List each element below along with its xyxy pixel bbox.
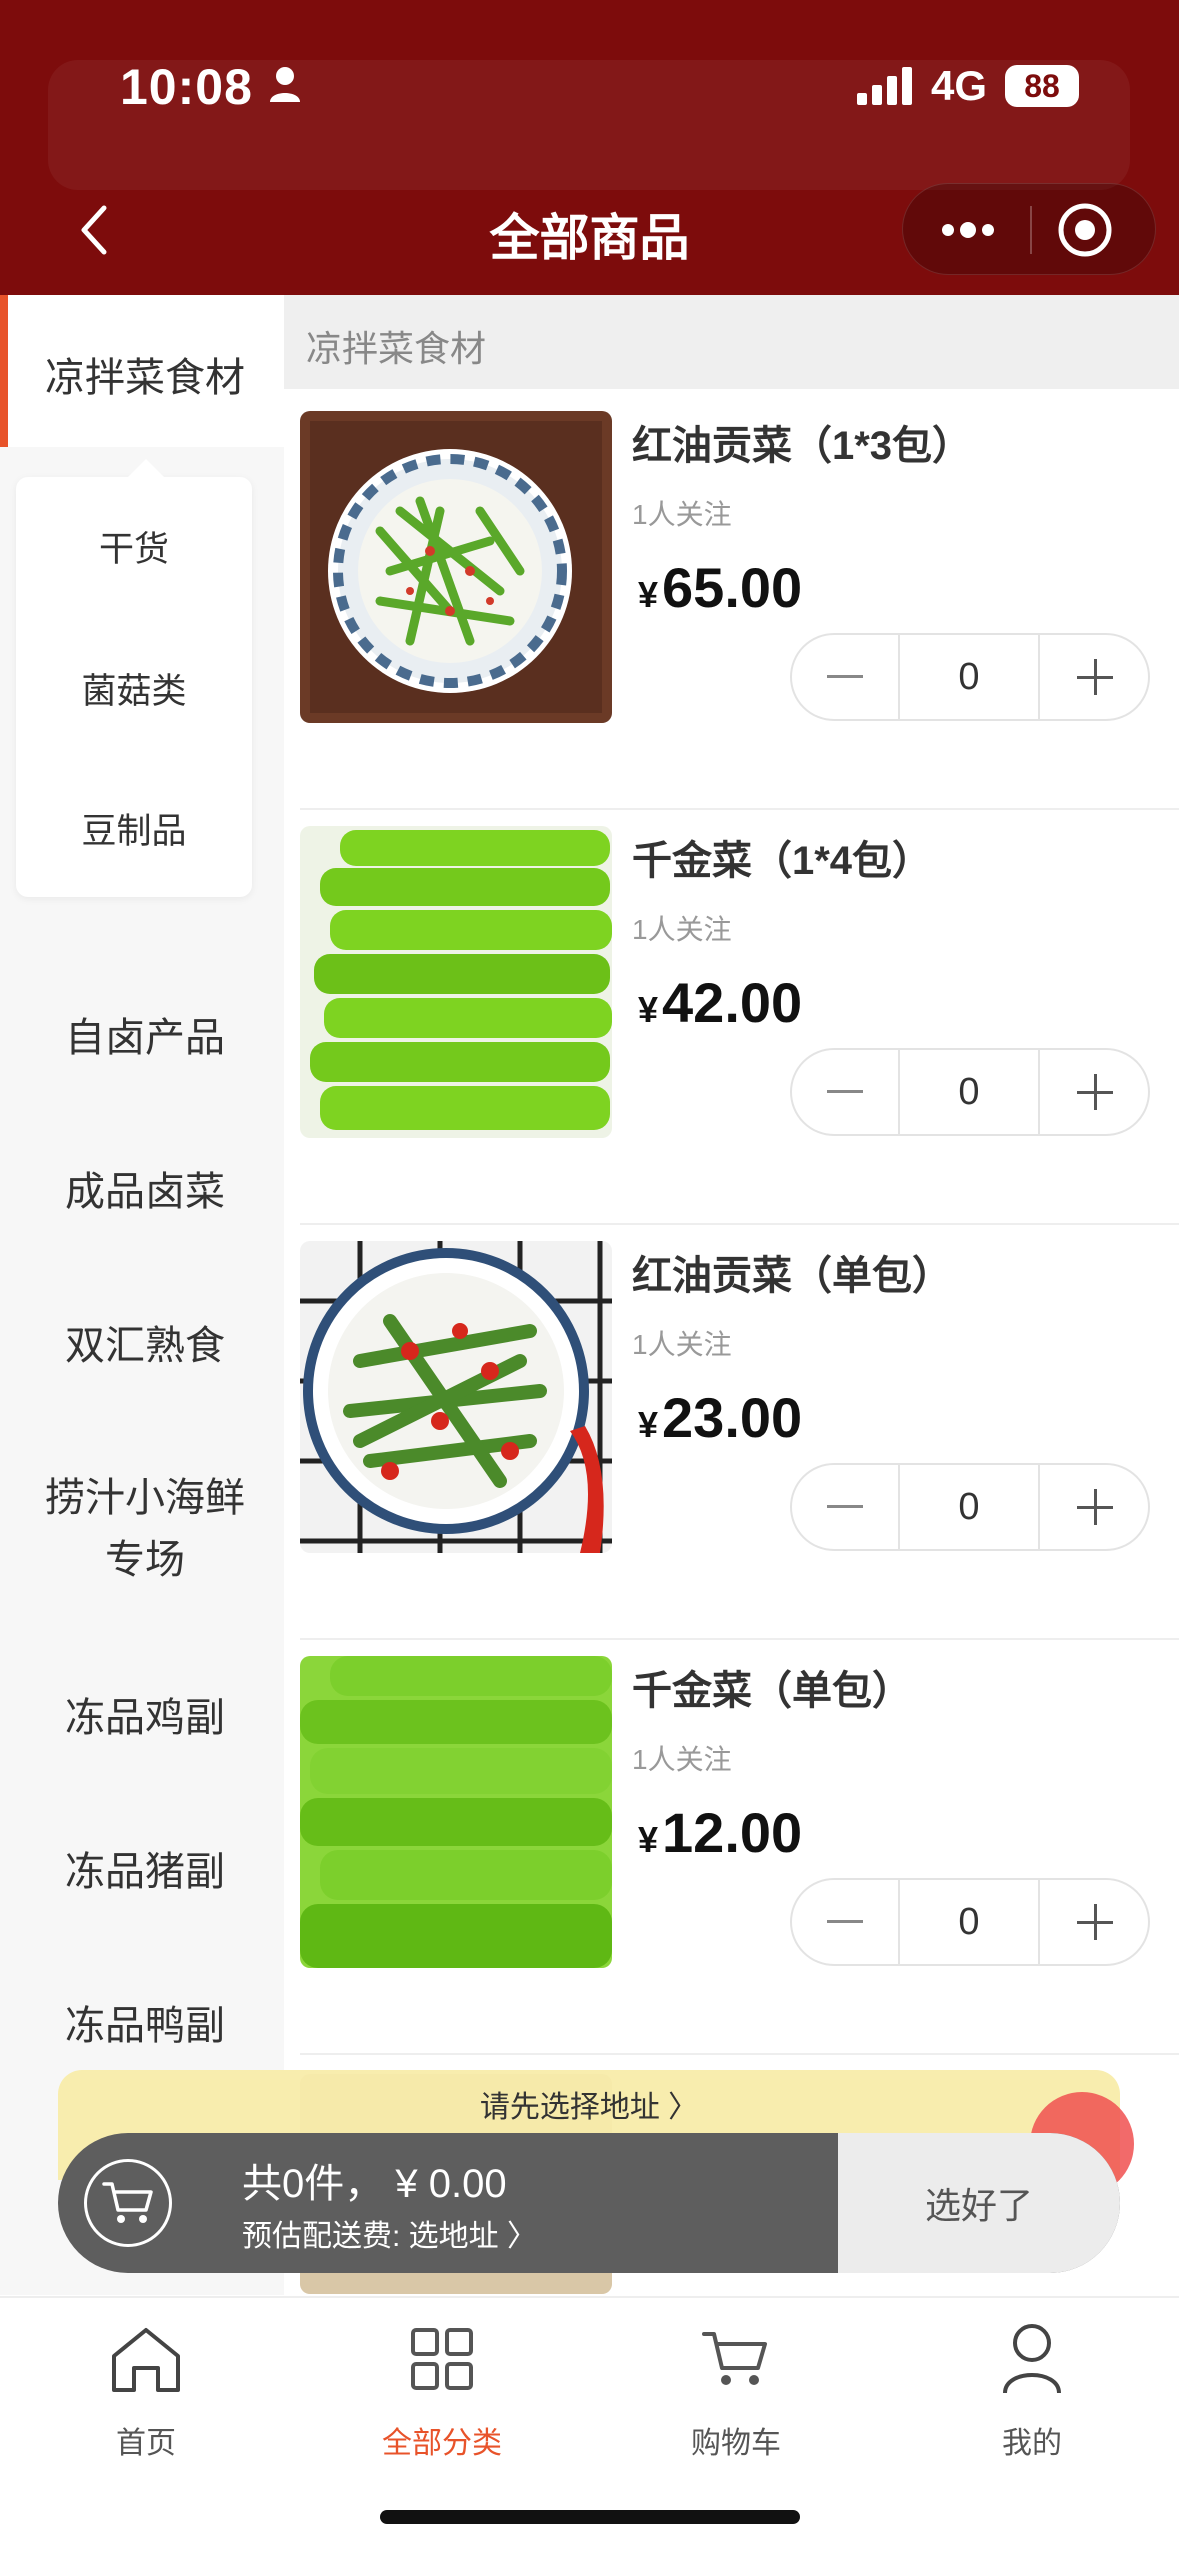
panel-arrow bbox=[128, 459, 164, 477]
product-image[interactable] bbox=[300, 411, 612, 723]
minus-icon[interactable] bbox=[792, 1050, 898, 1134]
quantity-value[interactable]: 0 bbox=[898, 635, 1040, 719]
category-header: 凉拌菜食材 bbox=[284, 295, 1179, 389]
follow-count: 1人关注 bbox=[632, 914, 732, 945]
user-icon bbox=[932, 2318, 1132, 2400]
follow-count: 1人关注 bbox=[632, 499, 732, 530]
quantity-value[interactable]: 0 bbox=[898, 1880, 1040, 1964]
subcategory-panel: 干货 菌菇类 豆制品 bbox=[16, 459, 252, 897]
address-prompt-text[interactable]: 请先选择地址 〉 bbox=[58, 2082, 1120, 2126]
product-name[interactable]: 红油贡菜（单包） bbox=[632, 1243, 952, 1301]
category-sidebar: 凉拌菜食材 干货 菌菇类 豆制品 自卤产品 成品卤菜 双汇熟食 捞汁小海鲜 专场… bbox=[0, 295, 284, 2295]
currency-symbol: ¥ bbox=[638, 1819, 659, 1860]
currency-symbol: ¥ bbox=[638, 989, 659, 1030]
sidebar-item[interactable]: 自卤产品 bbox=[0, 1007, 290, 1069]
minus-icon[interactable] bbox=[792, 1465, 898, 1549]
plus-icon[interactable] bbox=[1040, 1465, 1150, 1549]
price-value: 12.00 bbox=[662, 1801, 803, 1864]
signal-icon bbox=[856, 67, 912, 105]
category-header-label: 凉拌菜食材 bbox=[306, 328, 487, 369]
price-value: 42.00 bbox=[662, 971, 803, 1034]
close-target-icon[interactable] bbox=[1053, 198, 1117, 262]
tab-home[interactable]: 首页 bbox=[46, 2318, 246, 2462]
minus-icon[interactable] bbox=[792, 635, 898, 719]
minus-icon[interactable] bbox=[792, 1880, 898, 1964]
checkout-button[interactable]: 选好了 bbox=[838, 2133, 1120, 2273]
currency-symbol: ¥ bbox=[638, 1404, 659, 1445]
product-image[interactable] bbox=[300, 1656, 612, 1968]
follow-count: 1人关注 bbox=[632, 1744, 732, 1775]
product-card[interactable]: 千金菜（单包） 1人关注 ¥12.00 0 bbox=[284, 1640, 1179, 2055]
cart-icon bbox=[636, 2318, 836, 2400]
sidebar-item[interactable]: 双汇熟食 bbox=[0, 1315, 290, 1377]
home-icon bbox=[46, 2318, 246, 2400]
product-price: ¥42.00 bbox=[638, 970, 802, 1035]
sidebar-item[interactable]: 冻品鸡副 bbox=[0, 1687, 290, 1749]
tab-label: 我的 bbox=[1002, 2427, 1062, 2460]
sidebar-item[interactable]: 冻品鸭副 bbox=[0, 1995, 290, 2057]
sidebar-item-label: 凉拌菜食材 bbox=[45, 356, 245, 400]
tab-label: 全部分类 bbox=[382, 2427, 502, 2460]
sidebar-item-line: 专场 bbox=[105, 1538, 185, 1582]
product-name[interactable]: 千金菜（单包） bbox=[632, 1658, 912, 1716]
quantity-stepper: 0 bbox=[790, 1048, 1150, 1136]
cart-icon[interactable] bbox=[84, 2159, 172, 2247]
sidebar-item[interactable]: 冻品猪副 bbox=[0, 1841, 290, 1903]
cart-bar: 共0件， ¥ 0.00 预估配送费: 选地址 〉 选好了 bbox=[58, 2133, 1120, 2273]
sidebar-item-active[interactable]: 凉拌菜食材 bbox=[0, 295, 284, 447]
quantity-value[interactable]: 0 bbox=[898, 1465, 1040, 1549]
subcategory-item[interactable]: 干货 bbox=[16, 521, 252, 572]
plus-icon[interactable] bbox=[1040, 1880, 1150, 1964]
plus-icon[interactable] bbox=[1040, 1050, 1150, 1134]
product-image[interactable] bbox=[300, 826, 612, 1138]
more-icon[interactable] bbox=[933, 204, 1003, 256]
tab-profile[interactable]: 我的 bbox=[932, 2318, 1132, 2462]
product-name[interactable]: 千金菜（1*4包） bbox=[632, 828, 932, 886]
tab-label: 购物车 bbox=[691, 2427, 781, 2460]
status-right: 4G 88 bbox=[856, 62, 1079, 110]
quantity-stepper: 0 bbox=[790, 633, 1150, 721]
tab-cart[interactable]: 购物车 bbox=[636, 2318, 836, 2462]
product-card[interactable]: 红油贡菜（单包） 1人关注 ¥23.00 0 bbox=[284, 1225, 1179, 1640]
grid-icon bbox=[342, 2318, 542, 2400]
delivery-fee-link[interactable]: 预估配送费: 选地址 〉 bbox=[242, 2211, 537, 2255]
product-price: ¥23.00 bbox=[638, 1385, 802, 1450]
nav-header: 10:08 4G 88 全部商品 bbox=[0, 0, 1179, 295]
subcategory-item[interactable]: 菌菇类 bbox=[16, 663, 252, 714]
mini-program-capsule bbox=[902, 183, 1156, 275]
follow-count: 1人关注 bbox=[632, 1329, 732, 1360]
person-icon bbox=[270, 67, 300, 102]
cart-summary: 共0件， ¥ 0.00 bbox=[242, 2162, 507, 2206]
currency-symbol: ¥ bbox=[638, 574, 659, 615]
tab-categories[interactable]: 全部分类 bbox=[342, 2318, 542, 2462]
price-value: 65.00 bbox=[662, 556, 803, 619]
product-card[interactable]: 红油贡菜（1*3包） 1人关注 ¥65.00 0 bbox=[284, 395, 1179, 810]
tab-label: 首页 bbox=[116, 2427, 176, 2460]
home-indicator[interactable] bbox=[380, 2510, 800, 2524]
quantity-value[interactable]: 0 bbox=[898, 1050, 1040, 1134]
quantity-stepper: 0 bbox=[790, 1878, 1150, 1966]
product-image[interactable] bbox=[300, 1241, 612, 1553]
quantity-stepper: 0 bbox=[790, 1463, 1150, 1551]
sidebar-item[interactable]: 成品卤菜 bbox=[0, 1161, 290, 1223]
status-time: 10:08 bbox=[120, 59, 253, 115]
capsule-divider bbox=[1030, 206, 1032, 254]
price-value: 23.00 bbox=[662, 1386, 803, 1449]
product-card[interactable]: 千金菜（1*4包） 1人关注 ¥42.00 0 bbox=[284, 810, 1179, 1225]
plus-icon[interactable] bbox=[1040, 635, 1150, 719]
product-price: ¥65.00 bbox=[638, 555, 802, 620]
network-label: 4G bbox=[930, 62, 987, 109]
battery-indicator: 88 bbox=[1005, 65, 1079, 107]
subcategory-item[interactable]: 豆制品 bbox=[16, 803, 252, 854]
product-price: ¥12.00 bbox=[638, 1800, 802, 1865]
sidebar-item-line: 捞汁小海鲜 bbox=[45, 1476, 245, 1520]
product-name[interactable]: 红油贡菜（1*3包） bbox=[632, 413, 972, 471]
sidebar-item[interactable]: 捞汁小海鲜 专场 bbox=[0, 1467, 290, 1591]
